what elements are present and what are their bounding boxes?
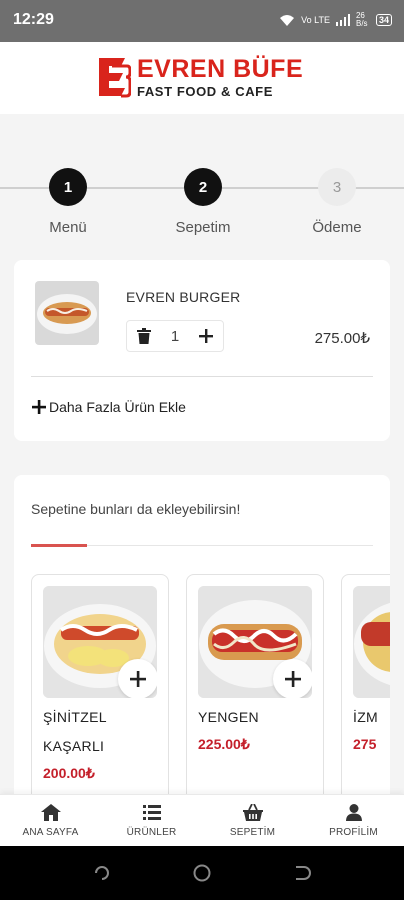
product-price: 275 [353, 736, 377, 752]
system-nav-bar [0, 846, 404, 900]
cart-item-name: EVREN BURGER [126, 289, 241, 305]
speed-label: 26 B/s [355, 11, 368, 28]
nav-label: ÜRÜNLER [126, 827, 177, 838]
suggestions-rule [87, 545, 373, 546]
app-header: EVREN BÜFE FAST FOOD & CAFE [0, 42, 404, 114]
nav-item-products[interactable]: ÜRÜNLER [101, 803, 202, 838]
suggestions-underline [31, 544, 87, 547]
recents-icon[interactable] [92, 863, 112, 883]
nav-label: ANA SAYFA [22, 827, 79, 838]
nav-label: PROFİLİM [329, 827, 378, 838]
bottom-nav: ANA SAYFA ÜRÜNLER SEPETİM PROFİLİM [0, 794, 404, 846]
home-icon [0, 803, 101, 821]
product-price: 225.00₺ [198, 736, 250, 752]
product-price: 200.00₺ [43, 765, 95, 781]
product-name: İZM [353, 709, 379, 725]
step-label: Ödeme [312, 219, 362, 236]
status-time: 12:29 [13, 11, 54, 28]
add-more-products-button[interactable]: Daha Fazla Ürün Ekle [32, 399, 186, 415]
battery-icon: 34 [375, 14, 392, 26]
step-payment[interactable]: 3 Ödeme [292, 168, 382, 236]
wifi-icon [280, 14, 295, 26]
step-label: Menü [49, 219, 87, 236]
brand-name: EVREN BÜFE [137, 54, 304, 83]
step-label: Sepetim [175, 219, 231, 236]
step-cart[interactable]: 2 Sepetim [158, 168, 248, 236]
plus-icon [32, 400, 46, 414]
nav-label: SEPETİM [229, 827, 276, 838]
step-number: 3 [318, 168, 356, 206]
cart-item-price: 275.00₺ [314, 330, 370, 347]
home-button-icon[interactable] [192, 863, 212, 883]
checkout-stepper: 1 Menü 2 Sepetim 3 Ödeme [0, 168, 404, 240]
logo-mark-icon [99, 58, 131, 98]
quantity-stepper: 1 [126, 320, 224, 352]
status-icons: Vo LTE 26 B/s 34 [279, 12, 392, 28]
add-more-label: Daha Fazla Ürün Ekle [49, 399, 186, 415]
product-name: YENGEN [198, 709, 259, 725]
add-to-cart-button[interactable] [273, 659, 312, 698]
nav-item-profile[interactable]: PROFİLİM [303, 803, 404, 838]
brand-tagline: FAST FOOD & CAFE [137, 83, 273, 99]
network-label: Vo LTE [301, 15, 330, 25]
nav-item-cart[interactable]: SEPETİM [202, 803, 303, 838]
suggestions-card: Sepetine bunları da ekleyebilirsin! ŞİNİ… [14, 475, 390, 805]
product-image [43, 586, 157, 698]
plus-icon [130, 671, 146, 687]
nav-item-home[interactable]: ANA SAYFA [0, 803, 101, 838]
basket-icon [202, 803, 303, 821]
step-number: 2 [184, 168, 222, 206]
back-icon[interactable] [292, 863, 312, 883]
product-image [198, 586, 312, 698]
product-card[interactable]: ŞİNİTZEL KAŞARLI 200.00₺ [31, 574, 169, 805]
signal-icon [335, 14, 350, 26]
user-icon [303, 803, 404, 821]
step-number: 1 [49, 168, 87, 206]
quantity-value: 1 [170, 327, 180, 345]
plus-icon[interactable] [197, 327, 215, 345]
add-to-cart-button[interactable] [118, 659, 157, 698]
trash-icon[interactable] [135, 327, 153, 345]
product-card[interactable]: YENGEN 225.00₺ [186, 574, 324, 805]
cart-item-image [35, 281, 99, 345]
status-bar: 12:29 Vo LTE 26 B/s 34 [0, 0, 404, 42]
list-icon [101, 803, 202, 821]
plus-icon [285, 671, 301, 687]
suggestions-title: Sepetine bunları da ekleyebilirsin! [31, 501, 241, 517]
step-menu[interactable]: 1 Menü [23, 168, 113, 236]
brand-logo[interactable]: EVREN BÜFE FAST FOOD & CAFE [97, 56, 303, 98]
product-image [353, 586, 390, 698]
divider [31, 376, 373, 377]
cart-card: EVREN BURGER 1 275.00₺ Daha Fazla Ürün E… [14, 260, 390, 441]
product-card[interactable]: İZM 275 [341, 574, 390, 805]
product-name: ŞİNİTZEL KAŞARLI [43, 709, 107, 754]
